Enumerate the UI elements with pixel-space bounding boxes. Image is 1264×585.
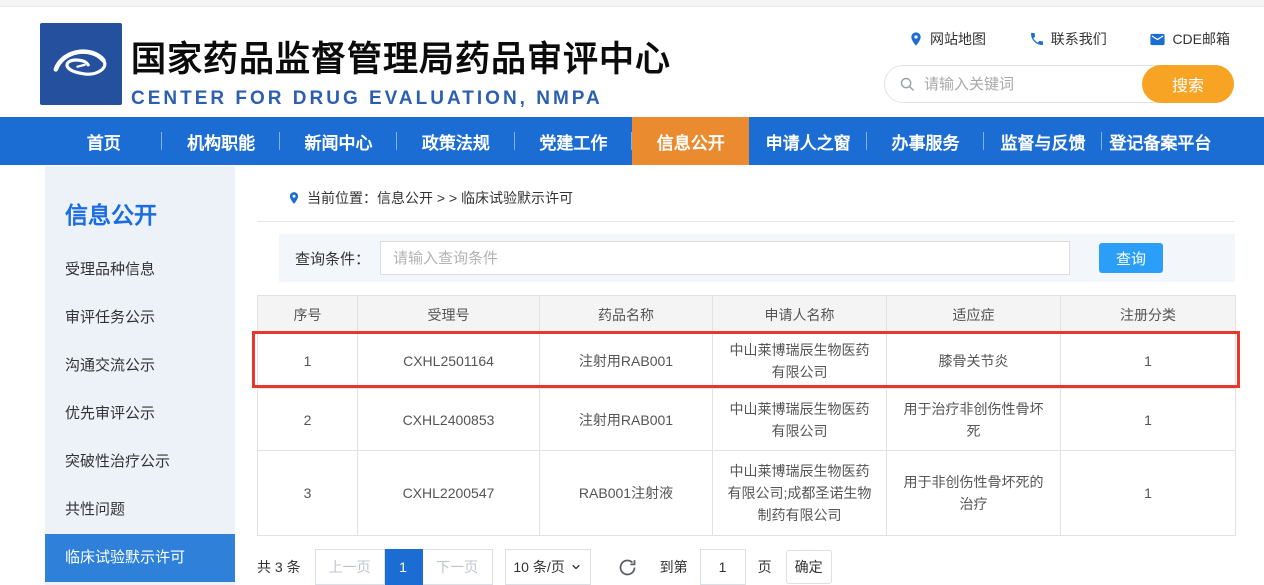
- goto-suffix-label: 页: [758, 557, 772, 577]
- sidebar-item-review-tasks[interactable]: 审评任务公示: [45, 294, 235, 342]
- sidebar-item-clinical-trial-implied-license[interactable]: 临床试验默示许可: [45, 534, 235, 582]
- nav-item-registration-platform[interactable]: 登记备案平台: [1102, 117, 1219, 165]
- sidebar-item-priority-review[interactable]: 优先审评公示: [45, 390, 235, 438]
- quick-links: 网站地图 联系我们 CDE邮箱: [884, 29, 1234, 49]
- sidebar-title: 信息公开: [45, 166, 235, 246]
- breadcrumb-pin-icon: [287, 191, 301, 205]
- cell-indication: 用于治疗非创伤性骨坏死: [887, 389, 1061, 451]
- chevron-down-icon: [570, 561, 582, 573]
- col-header-seq: 序号: [258, 296, 358, 334]
- search-icon: [899, 76, 916, 93]
- nav-item-supervision-feedback[interactable]: 监督与反馈: [984, 117, 1101, 165]
- col-header-drug-name: 药品名称: [540, 296, 713, 334]
- sidebar: 信息公开 受理品种信息 审评任务公示 沟通交流公示 优先审评公示 突破性治疗公示…: [45, 166, 235, 585]
- page-size-select[interactable]: 10 条/页: [505, 549, 591, 585]
- cell-seq: 1: [258, 334, 358, 389]
- cell-drug-name: RAB001注射液: [540, 451, 713, 536]
- contact-label: 联系我们: [1051, 29, 1107, 49]
- cell-acceptance-no: CXHL2400853: [358, 389, 540, 451]
- col-header-applicant: 申请人名称: [713, 296, 887, 334]
- cell-acceptance-no: CXHL2501164: [358, 334, 540, 389]
- col-header-registration-class: 注册分类: [1061, 296, 1236, 334]
- sitemap-link[interactable]: 网站地图: [908, 29, 986, 49]
- refresh-icon: [617, 557, 638, 578]
- contact-link[interactable]: 联系我们: [1029, 29, 1107, 49]
- header-right: 网站地图 联系我们 CDE邮箱 搜索: [884, 29, 1234, 103]
- cell-indication: 膝骨关节炎: [887, 334, 1061, 389]
- mail-icon: [1149, 31, 1166, 48]
- mail-link[interactable]: CDE邮箱: [1149, 29, 1230, 49]
- query-bar: 查询条件： 查询: [279, 234, 1235, 282]
- site-title: 国家药品监督管理局药品审评中心: [131, 31, 671, 82]
- results-table: 序号 受理号 药品名称 申请人名称 适应症 注册分类 1 CXHL2501164…: [257, 295, 1236, 536]
- sidebar-item-common-issues[interactable]: 共性问题: [45, 486, 235, 534]
- cell-registration-class: 1: [1061, 389, 1236, 451]
- page-number-button[interactable]: 1: [385, 549, 423, 585]
- table-header-row: 序号 受理号 药品名称 申请人名称 适应症 注册分类: [258, 296, 1236, 334]
- cell-registration-class: 1: [1061, 334, 1236, 389]
- query-input[interactable]: [380, 241, 1070, 275]
- cell-seq: 2: [258, 389, 358, 451]
- total-count: 共 3 条: [257, 557, 301, 577]
- breadcrumb: 当前位置：信息公开 > > 临床试验默示许可: [257, 166, 1235, 222]
- search-box: 搜索: [884, 65, 1234, 103]
- title-block: 国家药品监督管理局药品审评中心 CENTER FOR DRUG EVALUATI…: [131, 31, 671, 110]
- table-row[interactable]: 2 CXHL2400853 注射用RAB001 中山莱博瑞辰生物医药有限公司 用…: [258, 389, 1236, 451]
- nav-item-news[interactable]: 新闻中心: [280, 117, 397, 165]
- site-header: 国家药品监督管理局药品审评中心 CENTER FOR DRUG EVALUATI…: [0, 7, 1264, 117]
- pager-group: 上一页 1 下一页: [315, 549, 493, 585]
- goto-prefix-label: 到第: [660, 557, 688, 577]
- col-header-indication: 适应症: [887, 296, 1061, 334]
- refresh-button[interactable]: [617, 557, 638, 578]
- cell-acceptance-no: CXHL2200547: [358, 451, 540, 536]
- nav-item-home[interactable]: 首页: [45, 117, 162, 165]
- search-button[interactable]: 搜索: [1142, 65, 1234, 103]
- cell-applicant: 中山莱博瑞辰生物医药有限公司: [713, 334, 887, 389]
- nav-item-organization[interactable]: 机构职能: [162, 117, 279, 165]
- main-nav: 首页 机构职能 新闻中心 政策法规 党建工作 信息公开 申请人之窗 办事服务 监…: [0, 117, 1264, 165]
- sidebar-item-accepted-varieties[interactable]: 受理品种信息: [45, 246, 235, 294]
- location-pin-icon: [908, 31, 924, 47]
- breadcrumb-text: 当前位置：信息公开 > > 临床试验默示许可: [307, 188, 573, 208]
- nav-item-services[interactable]: 办事服务: [867, 117, 984, 165]
- prev-page-button[interactable]: 上一页: [315, 549, 385, 585]
- nav-item-info-disclosure[interactable]: 信息公开: [632, 117, 749, 165]
- cde-swan-logo-icon: [45, 28, 117, 100]
- nav-item-policies[interactable]: 政策法规: [397, 117, 514, 165]
- cell-seq: 3: [258, 451, 358, 536]
- sitemap-label: 网站地图: [930, 29, 986, 49]
- cell-indication: 用于非创伤性骨坏死的治疗: [887, 451, 1061, 536]
- pagination: 共 3 条 上一页 1 下一页 10 条/页 到第 页 确定: [257, 549, 1235, 585]
- cell-drug-name: 注射用RAB001: [540, 334, 713, 389]
- cde-logo: [40, 23, 122, 105]
- content: 当前位置：信息公开 > > 临床试验默示许可 查询条件： 查询 序号 受理号 药…: [257, 166, 1235, 585]
- sidebar-item-breakthrough-therapy[interactable]: 突破性治疗公示: [45, 438, 235, 486]
- nav-item-applicant-window[interactable]: 申请人之窗: [749, 117, 866, 165]
- cell-registration-class: 1: [1061, 451, 1236, 536]
- goto-page-input[interactable]: [700, 549, 746, 585]
- site-subtitle: CENTER FOR DRUG EVALUATION, NMPA: [131, 88, 671, 110]
- cell-applicant: 中山莱博瑞辰生物医药有限公司;成都圣诺生物制药有限公司: [713, 451, 887, 536]
- query-button[interactable]: 查询: [1099, 243, 1163, 273]
- cell-applicant: 中山莱博瑞辰生物医药有限公司: [713, 389, 887, 451]
- page-size-label: 10 条/页: [513, 557, 564, 577]
- table-row[interactable]: 3 CXHL2200547 RAB001注射液 中山莱博瑞辰生物医药有限公司;成…: [258, 451, 1236, 536]
- next-page-button[interactable]: 下一页: [423, 549, 493, 585]
- sidebar-item-communication[interactable]: 沟通交流公示: [45, 342, 235, 390]
- nav-item-party-building[interactable]: 党建工作: [515, 117, 632, 165]
- phone-icon: [1029, 31, 1045, 47]
- mail-label: CDE邮箱: [1172, 29, 1230, 49]
- goto-confirm-button[interactable]: 确定: [786, 550, 832, 584]
- query-label: 查询条件：: [295, 248, 370, 269]
- table-row[interactable]: 1 CXHL2501164 注射用RAB001 中山莱博瑞辰生物医药有限公司 膝…: [258, 334, 1236, 389]
- cell-drug-name: 注射用RAB001: [540, 389, 713, 451]
- results-table-wrap: 序号 受理号 药品名称 申请人名称 适应症 注册分类 1 CXHL2501164…: [257, 295, 1235, 536]
- top-strip: [0, 0, 1264, 7]
- col-header-acceptance-no: 受理号: [358, 296, 540, 334]
